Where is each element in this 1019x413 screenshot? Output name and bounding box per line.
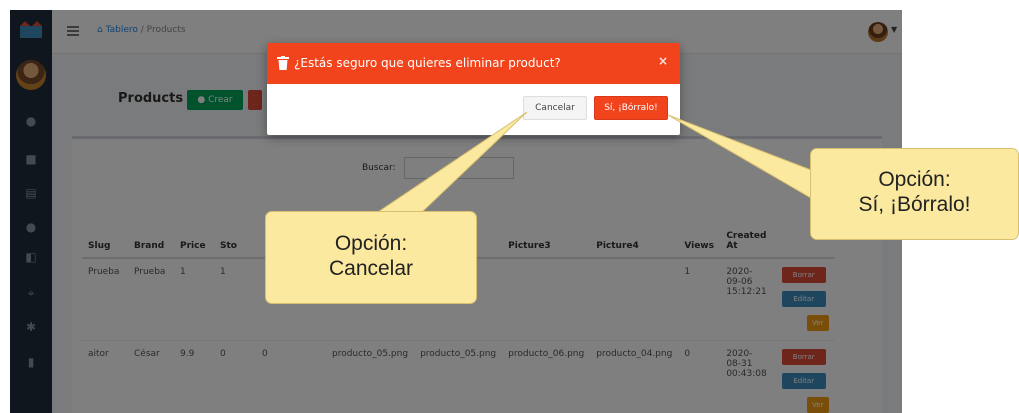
callout-cancel-line2: Cancelar bbox=[328, 257, 414, 280]
confirm-delete-dialog: ¿Estás seguro que quieres eliminar produ… bbox=[267, 43, 680, 135]
dialog-title: ¿Estás seguro que quieres eliminar produ… bbox=[294, 56, 561, 70]
confirm-delete-button[interactable]: Sí, ¡Bórralo! bbox=[594, 96, 668, 120]
close-icon[interactable]: × bbox=[658, 54, 668, 68]
callout-confirm-line1: Opción: bbox=[878, 168, 951, 191]
screenshot-stage: ● ■ ▤ ● ◧ ⌖ ✱ ▮ ⌂ Tablero / Products ▼ P… bbox=[0, 0, 1019, 413]
callout-confirm-line2: Sí, ¡Bórralo! bbox=[858, 193, 971, 216]
dialog-header: ¿Estás seguro que quieres eliminar produ… bbox=[267, 43, 680, 84]
callout-confirm: Opción: Sí, ¡Bórralo! bbox=[810, 148, 1019, 240]
callout-cancel-line1: Opción: bbox=[334, 232, 408, 255]
trash-icon bbox=[277, 56, 289, 70]
cancel-button[interactable]: Cancelar bbox=[523, 96, 587, 120]
callout-cancel: Opción: Cancelar bbox=[265, 211, 477, 304]
